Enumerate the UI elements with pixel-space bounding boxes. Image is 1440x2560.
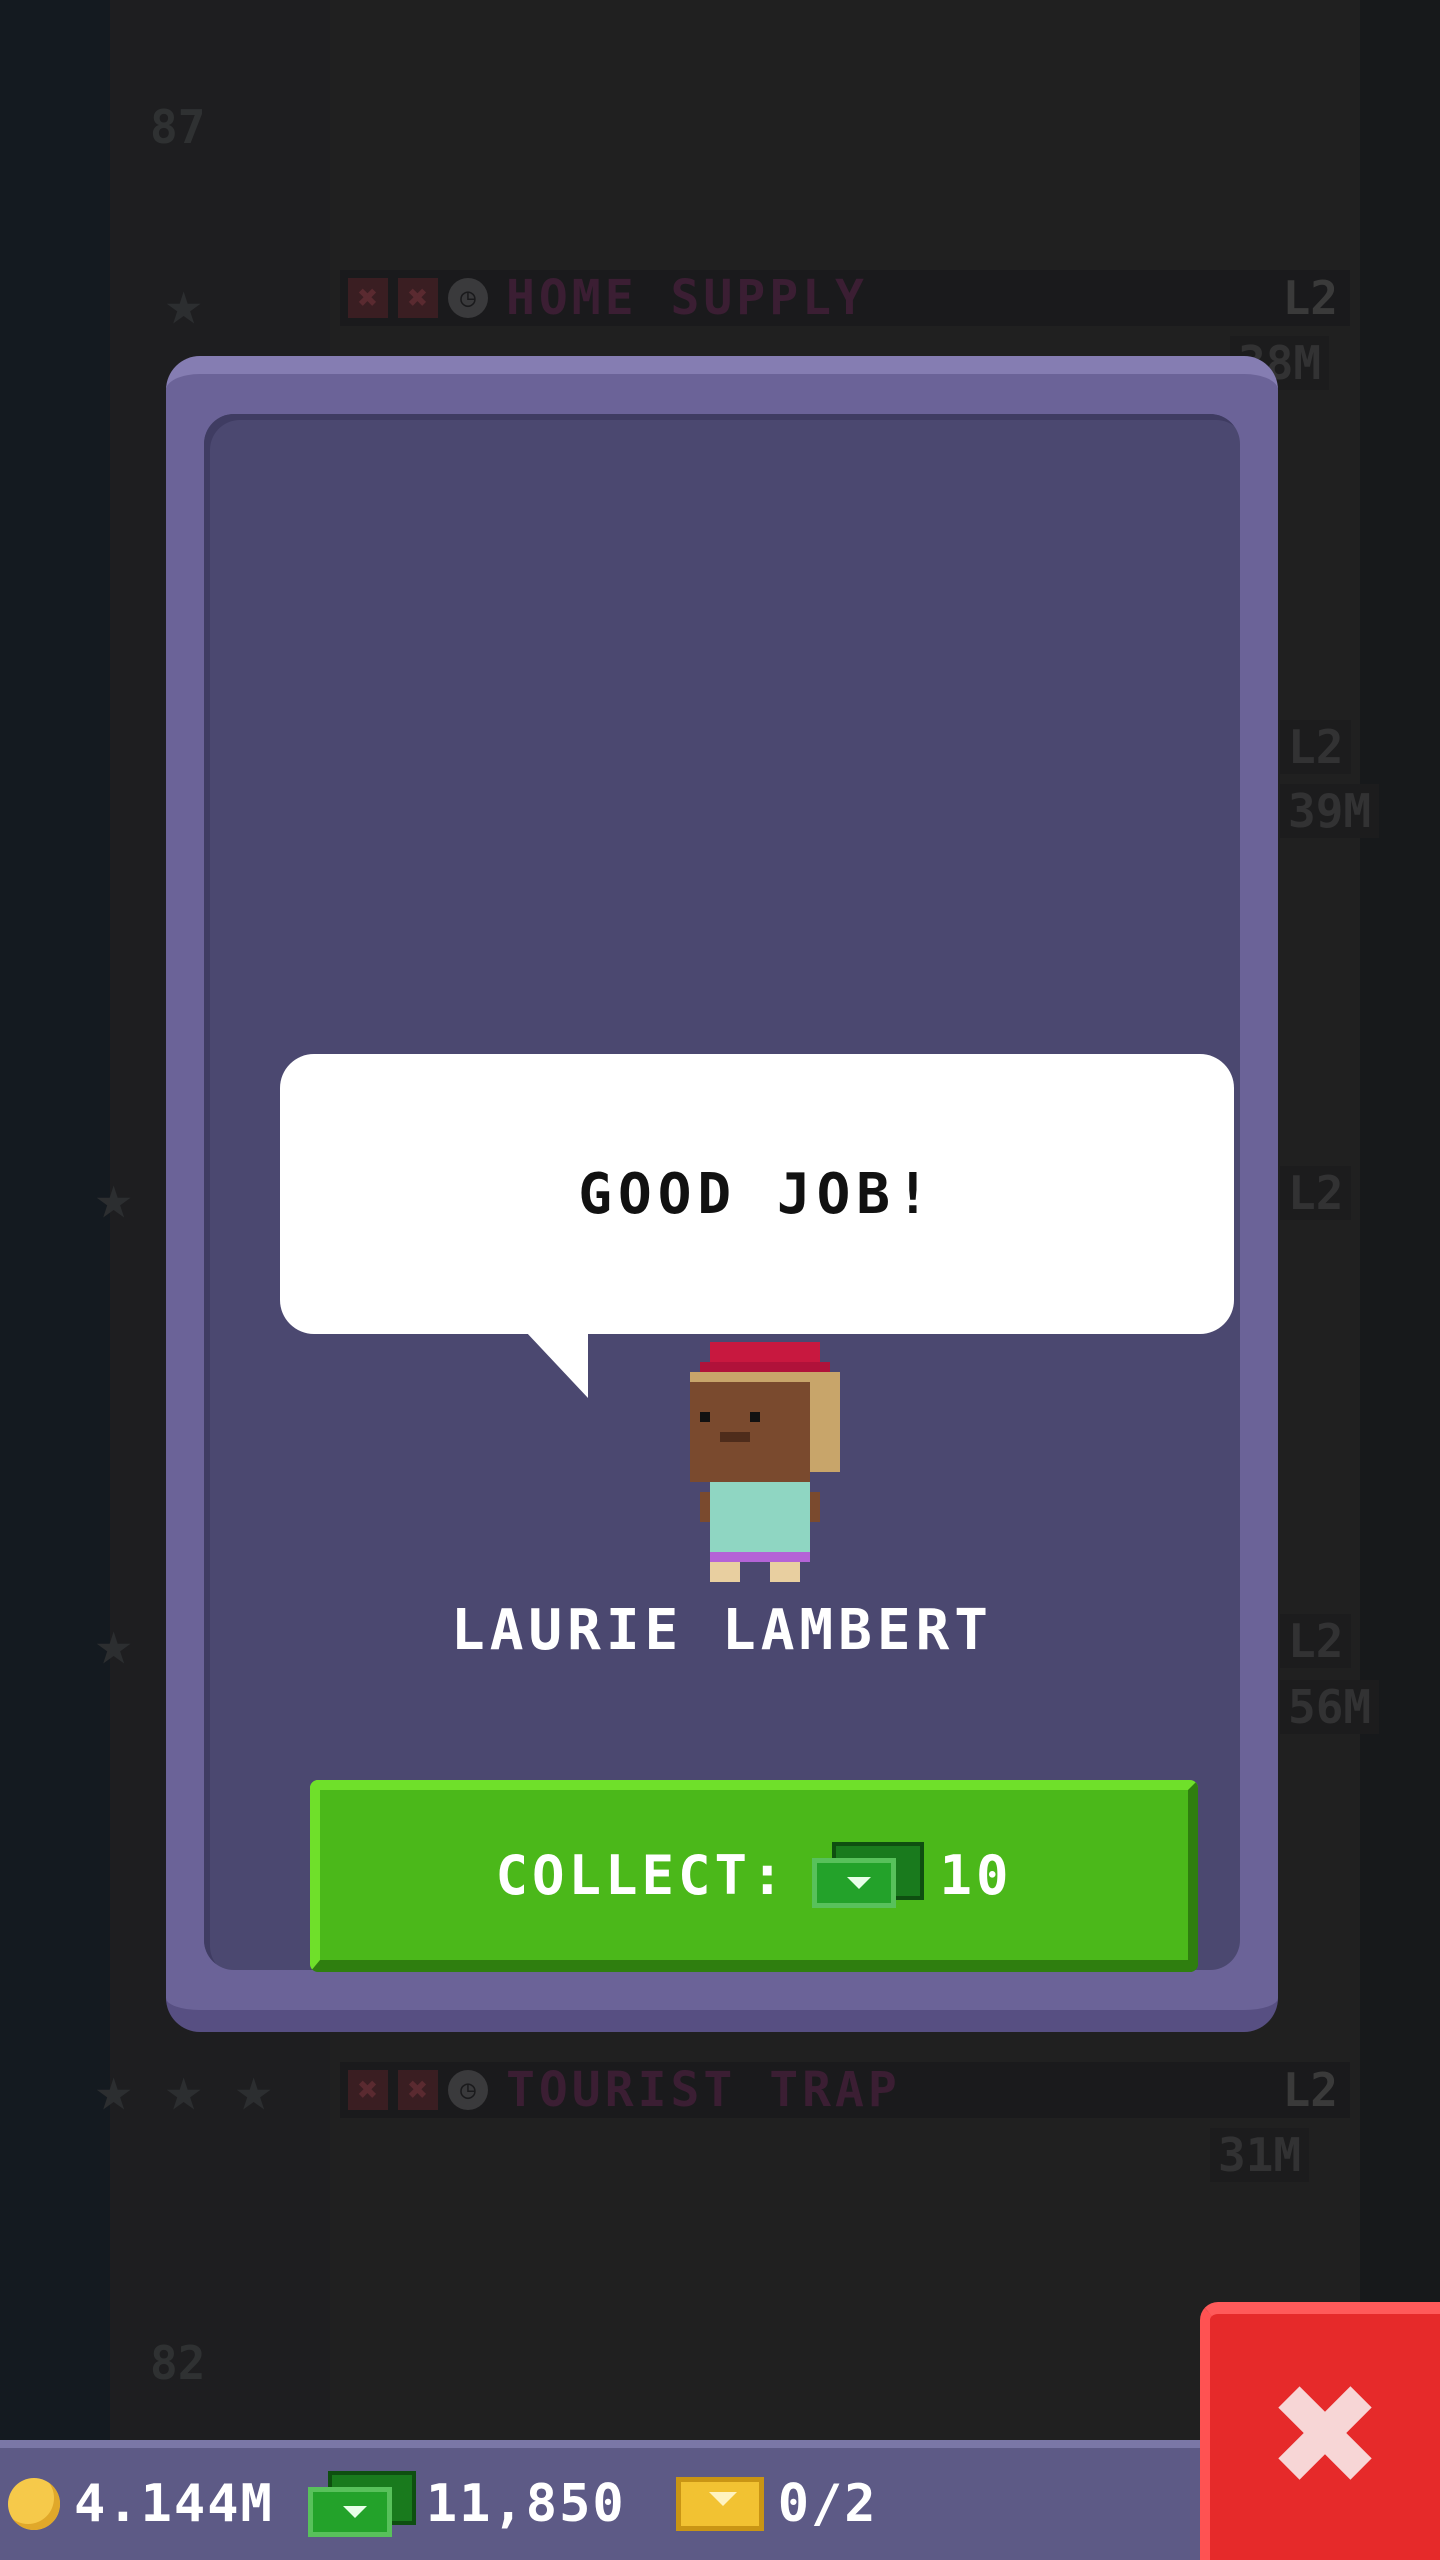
floor-name: HOME SUPPLY xyxy=(506,270,868,326)
floor-value: 31M xyxy=(1210,2128,1310,2182)
star-icon: ★ xyxy=(95,1160,133,1233)
floor-value: 39M xyxy=(1280,784,1380,838)
reward-dialog-panel: GOOD JOB! LAURIE LAMBERT COLLECT: 10 xyxy=(204,414,1240,1972)
floor-level: L2 xyxy=(1282,271,1338,325)
tower-bux-icon xyxy=(811,1842,924,1908)
close-icon: ✖ xyxy=(398,278,438,318)
floor-name: TOURIST TRAP xyxy=(506,2062,901,2118)
reward-dialog: GOOD JOB! LAURIE LAMBERT COLLECT: 10 xyxy=(166,356,1278,2032)
close-button[interactable]: ✖ xyxy=(1200,2302,1440,2560)
golden-ticket-icon xyxy=(675,2477,764,2531)
close-icon: ✖ xyxy=(348,2070,388,2110)
elevator-shaft xyxy=(0,0,110,2440)
star-icon: ★ xyxy=(235,2052,273,2125)
tower-edge xyxy=(1360,0,1440,2440)
clock-icon: ◷ xyxy=(448,278,488,318)
speech-bubble: GOOD JOB! xyxy=(280,1054,1234,1398)
speech-message: GOOD JOB! xyxy=(578,1161,936,1227)
close-icon: ✖ xyxy=(348,278,388,318)
floor-value: 56M xyxy=(1280,1680,1380,1734)
collect-amount: 10 xyxy=(939,1843,1013,1907)
collect-label: COLLECT: xyxy=(495,1843,788,1907)
floor-level: L2 xyxy=(1280,1166,1352,1220)
close-icon: ✖ xyxy=(398,2070,438,2110)
floor-level: L2 xyxy=(1280,720,1352,774)
star-icon: ★ xyxy=(95,2052,133,2125)
coin-balance: 4.144M xyxy=(74,2474,274,2534)
floor-bar-tourist-trap: ✖ ✖ ◷ TOURIST TRAP L2 xyxy=(340,2062,1350,2118)
floor-number: 82 xyxy=(150,2336,206,2390)
clock-icon: ◷ xyxy=(448,2070,488,2110)
floor-level: L2 xyxy=(1280,1614,1352,1668)
star-icon: ★ xyxy=(165,2052,203,2125)
tower-bux-icon xyxy=(307,2471,416,2537)
character-name: LAURIE LAMBERT xyxy=(450,1598,993,1663)
coin-icon xyxy=(8,2478,60,2530)
floor-level: L2 xyxy=(1282,2063,1338,2117)
bitizen-avatar xyxy=(690,1342,840,1582)
bux-balance: 11,850 xyxy=(425,2474,626,2534)
star-icon: ★ xyxy=(95,1606,133,1679)
floor-bar-home-supply: ✖ ✖ ◷ HOME SUPPLY L2 xyxy=(340,270,1350,326)
ticket-count: 0/2 xyxy=(777,2474,878,2534)
close-x-icon: ✖ xyxy=(1266,2355,1384,2518)
collect-button[interactable]: COLLECT: 10 xyxy=(310,1780,1198,1972)
floor-number: 87 xyxy=(150,100,206,154)
speech-bubble-tail xyxy=(526,1332,588,1398)
star-icon: ★ xyxy=(165,266,203,339)
